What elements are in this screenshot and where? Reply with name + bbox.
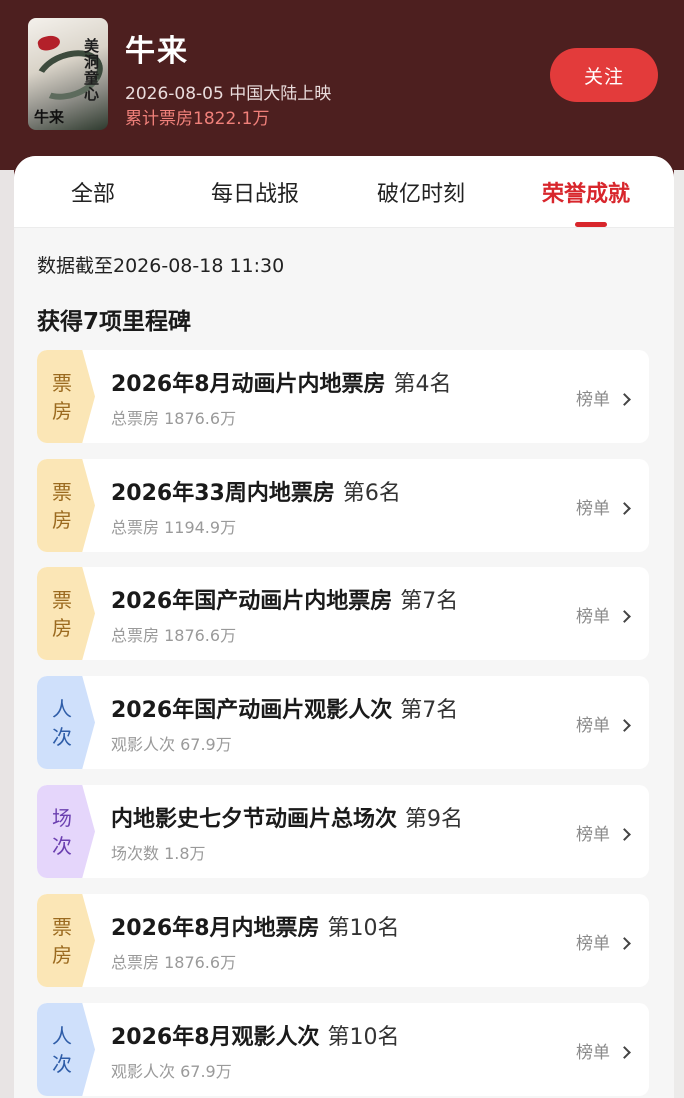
milestone-rank: 第10名 — [327, 916, 400, 941]
milestone-value: 总票房 1194.9万 — [111, 518, 237, 537]
chevron-right-icon — [618, 393, 631, 406]
ranking-link[interactable]: 榜单 — [576, 385, 631, 410]
milestone-card[interactable]: 票房 2026年国产动画片内地票房 第7名 总票房 1876.6万 榜单 — [37, 567, 649, 660]
milestone-value: 总票房 1876.6万 — [111, 409, 237, 428]
milestone-rank: 第7名 — [400, 589, 459, 614]
milestone-value: 观影人次 67.9万 — [111, 1062, 232, 1081]
cumulative-gross: 累计票房1822.1万 — [125, 109, 270, 129]
ranking-link[interactable]: 榜单 — [576, 711, 631, 736]
milestone-title: 2026年8月观影人次 第10名 — [111, 1025, 400, 1050]
tab-100m-moments[interactable]: 破亿时刻 — [377, 176, 465, 208]
milestone-tag: 票房 — [37, 459, 95, 552]
ranking-link[interactable]: 榜单 — [576, 494, 631, 519]
milestone-rank: 第6名 — [342, 481, 401, 506]
ranking-link[interactable]: 榜单 — [576, 1038, 631, 1063]
tab-bar: 全部 每日战报 破亿时刻 荣誉成就 — [14, 156, 674, 228]
milestone-rank: 第4名 — [393, 372, 452, 397]
milestone-card[interactable]: 人次 2026年国产动画片观影人次 第7名 观影人次 67.9万 榜单 — [37, 676, 649, 769]
milestone-tag: 人次 — [37, 676, 95, 769]
chevron-right-icon — [618, 719, 631, 732]
milestone-title: 内地影史七夕节动画片总场次 第9名 — [111, 807, 464, 832]
milestone-card[interactable]: 人次 2026年8月观影人次 第10名 观影人次 67.9万 榜单 — [37, 1003, 649, 1096]
ranking-link[interactable]: 榜单 — [576, 602, 631, 627]
milestone-rank: 第10名 — [327, 1025, 400, 1050]
movie-title: 牛来 — [125, 34, 189, 69]
milestone-rank: 第7名 — [400, 698, 459, 723]
milestone-value: 总票房 1876.6万 — [111, 626, 237, 645]
milestone-card[interactable]: 票房 2026年33周内地票房 第6名 总票房 1194.9万 榜单 — [37, 459, 649, 552]
poster-name: 牛来 — [34, 108, 65, 126]
milestone-title: 2026年8月动画片内地票房 第4名 — [111, 372, 452, 397]
chevron-right-icon — [618, 610, 631, 623]
data-update-time: 数据截至2026-08-18 11:30 — [37, 255, 285, 277]
release-info: 2026-08-05 中国大陆上映 — [125, 84, 332, 104]
milestone-value: 观影人次 67.9万 — [111, 735, 232, 754]
milestone-tag: 票房 — [37, 894, 95, 987]
chevron-right-icon — [618, 828, 631, 841]
poster-title: 美洞童心 — [84, 37, 100, 103]
chevron-right-icon — [618, 1046, 631, 1059]
milestone-title: 2026年8月内地票房 第10名 — [111, 916, 400, 941]
follow-button[interactable]: 关注 — [550, 48, 658, 102]
milestone-tag: 人次 — [37, 1003, 95, 1096]
poster-red-mark — [36, 33, 62, 53]
tab-honors[interactable]: 荣誉成就 — [542, 176, 630, 208]
milestone-value: 场次数 1.8万 — [111, 844, 206, 863]
milestone-tag: 票房 — [37, 567, 95, 660]
chevron-right-icon — [618, 937, 631, 950]
movie-poster[interactable]: 美洞童心 牛来 — [28, 18, 108, 130]
milestone-rank: 第9名 — [405, 807, 464, 832]
milestone-title: 2026年国产动画片观影人次 第7名 — [111, 698, 459, 723]
tab-all[interactable]: 全部 — [71, 176, 115, 208]
milestone-card[interactable]: 场次 内地影史七夕节动画片总场次 第9名 场次数 1.8万 榜单 — [37, 785, 649, 878]
chevron-right-icon — [618, 502, 631, 515]
milestone-tag: 场次 — [37, 785, 95, 878]
ranking-link[interactable]: 榜单 — [576, 820, 631, 845]
milestone-title: 2026年33周内地票房 第6名 — [111, 481, 401, 506]
milestone-tag: 票房 — [37, 350, 95, 443]
ranking-link[interactable]: 榜单 — [576, 929, 631, 954]
milestone-title: 2026年国产动画片内地票房 第7名 — [111, 589, 459, 614]
movie-header: 美洞童心 牛来 牛来 2026-08-05 中国大陆上映 累计票房1822.1万… — [0, 0, 684, 170]
milestone-value: 总票房 1876.6万 — [111, 953, 237, 972]
milestone-card[interactable]: 票房 2026年8月内地票房 第10名 总票房 1876.6万 榜单 — [37, 894, 649, 987]
tab-daily-report[interactable]: 每日战报 — [211, 176, 299, 208]
content-panel: 全部 每日战报 破亿时刻 荣誉成就 数据截至2026-08-18 11:30 获… — [14, 156, 674, 1098]
milestone-card[interactable]: 票房 2026年8月动画片内地票房 第4名 总票房 1876.6万 榜单 — [37, 350, 649, 443]
section-title: 获得7项里程碑 — [37, 309, 192, 335]
active-tab-indicator — [575, 222, 607, 227]
